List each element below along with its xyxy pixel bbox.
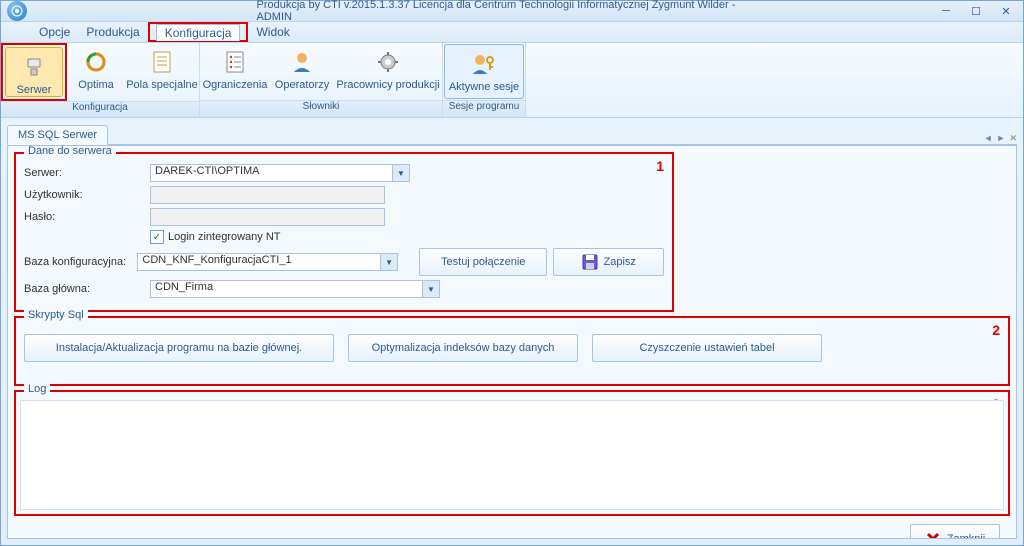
fieldset-dane-serwera: Dane do serwera 1 Serwer: DAREK-CTI\OPTI… bbox=[14, 152, 674, 312]
ribbon-pola[interactable]: Pola specjalne bbox=[125, 43, 199, 101]
user-icon bbox=[289, 49, 315, 75]
document-tabstrip: MS SQL Serwer ◄ ► ✕ bbox=[7, 122, 1017, 145]
tab-controls: ◄ ► ✕ bbox=[984, 133, 1017, 144]
ribbon-group-sesje: Aktywne sesje Sesje programu bbox=[443, 43, 526, 117]
ribbon-pola-label: Pola specjalne bbox=[126, 79, 198, 91]
ribbon-optima[interactable]: Optima bbox=[67, 43, 125, 101]
combo-bazakonf-value: CDN_KNF_KonfiguracjaCTI_1 bbox=[142, 254, 291, 266]
ribbon-group-label-konf: Konfiguracja bbox=[1, 101, 199, 117]
button-install[interactable]: Instalacja/Aktualizacja programu na bazi… bbox=[24, 334, 334, 362]
tab-close-icon[interactable]: ✕ bbox=[1009, 133, 1017, 144]
label-serwer: Serwer: bbox=[24, 167, 144, 179]
menubar: Opcje Produkcja Konfiguracja Widok bbox=[1, 22, 1023, 43]
button-optimize-label: Optymalizacja indeksów bazy danych bbox=[372, 342, 555, 354]
list-icon bbox=[222, 49, 248, 75]
dropdown-arrow-icon[interactable]: ▼ bbox=[392, 165, 409, 181]
save-icon bbox=[582, 254, 598, 270]
ribbon-operatorzy-label: Operatorzy bbox=[275, 79, 329, 91]
ribbon-ograniczenia[interactable]: Ograniczenia bbox=[200, 43, 270, 100]
log-textarea[interactable] bbox=[20, 400, 1004, 510]
button-close[interactable]: Zamknij bbox=[910, 524, 1000, 539]
fs1-title: Dane do serwera bbox=[24, 145, 116, 157]
label-bazagl: Baza główna: bbox=[24, 283, 144, 295]
checkmark-icon: ✓ bbox=[150, 230, 164, 244]
combo-bazagl-value: CDN_Firma bbox=[155, 281, 213, 293]
fieldset-skrypty: Skrypty Sql 2 Instalacja/Aktualizacja pr… bbox=[14, 316, 1010, 386]
app-icon bbox=[7, 1, 27, 21]
menu-opcje[interactable]: Opcje bbox=[31, 22, 78, 42]
button-save[interactable]: Zapisz bbox=[553, 248, 664, 276]
marker-1: 1 bbox=[656, 158, 664, 174]
titlebar: Produkcja by CTI v.2015.1.3.37 Licencja … bbox=[1, 1, 1023, 22]
input-pass[interactable] bbox=[150, 208, 385, 226]
ribbon: Serwer Optima Pola specjalne Konfiguracj… bbox=[1, 43, 1023, 118]
combo-serwer[interactable]: DAREK-CTI\OPTIMA ▼ bbox=[150, 164, 410, 182]
tab-prev-icon[interactable]: ◄ bbox=[984, 133, 993, 144]
ribbon-group-label-slow: Słowniki bbox=[200, 100, 442, 117]
ribbon-pracownicy[interactable]: Pracownicy produkcji bbox=[334, 43, 442, 100]
button-clear-label: Czyszczenie ustawień tabel bbox=[639, 342, 774, 354]
ribbon-ograniczenia-label: Ograniczenia bbox=[203, 79, 268, 91]
tab-mssql[interactable]: MS SQL Serwer bbox=[7, 125, 108, 145]
dropdown-arrow-icon[interactable]: ▼ bbox=[422, 281, 439, 297]
tab-next-icon[interactable]: ► bbox=[997, 133, 1006, 144]
combo-bazagl[interactable]: CDN_Firma ▼ bbox=[150, 280, 440, 298]
menu-widok[interactable]: Widok bbox=[248, 22, 297, 42]
button-install-label: Instalacja/Aktualizacja programu na bazi… bbox=[56, 342, 302, 354]
menu-produkcja[interactable]: Produkcja bbox=[78, 22, 147, 42]
highlight-konfiguracja: Konfiguracja bbox=[148, 22, 249, 42]
combo-bazakonf[interactable]: CDN_KNF_KonfiguracjaCTI_1 ▼ bbox=[137, 253, 398, 271]
dropdown-arrow-icon[interactable]: ▼ bbox=[380, 254, 397, 270]
server-icon bbox=[21, 54, 47, 80]
button-save-label: Zapisz bbox=[604, 256, 636, 268]
optima-icon bbox=[83, 49, 109, 75]
ribbon-group-slowniki: Ograniczenia Operatorzy Pracownicy produ… bbox=[200, 43, 443, 117]
ribbon-group-label-sesje: Sesje programu bbox=[443, 100, 525, 117]
highlight-serwer: Serwer bbox=[1, 43, 67, 101]
input-user[interactable] bbox=[150, 186, 385, 204]
app-window: Produkcja by CTI v.2015.1.3.37 Licencja … bbox=[0, 0, 1024, 546]
gear-icon bbox=[375, 49, 401, 75]
maximize-button[interactable]: ☐ bbox=[961, 1, 991, 21]
ribbon-operatorzy[interactable]: Operatorzy bbox=[270, 43, 334, 100]
label-pass: Hasło: bbox=[24, 211, 144, 223]
fs2-title: Skrypty Sql bbox=[24, 309, 88, 321]
ribbon-sesje[interactable]: Aktywne sesje bbox=[444, 44, 524, 99]
ribbon-serwer[interactable]: Serwer bbox=[5, 47, 63, 97]
button-clear[interactable]: Czyszczenie ustawień tabel bbox=[592, 334, 822, 362]
checkbox-login-nt[interactable]: ✓ Login zintegrowany NT bbox=[150, 230, 281, 244]
ribbon-pracownicy-label: Pracownicy produkcji bbox=[336, 79, 439, 91]
checkbox-login-label: Login zintegrowany NT bbox=[168, 231, 281, 243]
button-test-connection[interactable]: Testuj połączenie bbox=[419, 248, 547, 276]
ribbon-sesje-label: Aktywne sesje bbox=[449, 81, 519, 93]
label-user: Użytkownik: bbox=[24, 189, 144, 201]
combo-serwer-value: DAREK-CTI\OPTIMA bbox=[155, 165, 260, 177]
page-body: Dane do serwera 1 Serwer: DAREK-CTI\OPTI… bbox=[7, 145, 1017, 539]
ribbon-group-konfiguracja: Serwer Optima Pola specjalne Konfiguracj… bbox=[1, 43, 200, 117]
close-window-button[interactable]: ✕ bbox=[991, 1, 1021, 21]
marker-2: 2 bbox=[992, 322, 1000, 338]
fieldset-log: Log 3 bbox=[14, 390, 1010, 516]
minimize-button[interactable]: ─ bbox=[931, 1, 961, 21]
fs3-title: Log bbox=[24, 383, 50, 395]
window-controls: ─ ☐ ✕ bbox=[931, 1, 1021, 21]
label-bazakonf: Baza konfiguracyjna: bbox=[24, 256, 131, 268]
button-optimize[interactable]: Optymalizacja indeksów bazy danych bbox=[348, 334, 578, 362]
document-icon bbox=[149, 49, 175, 75]
window-title: Produkcja by CTI v.2015.1.3.37 Licencja … bbox=[257, 0, 768, 23]
close-icon bbox=[925, 531, 941, 539]
button-close-label: Zamknij bbox=[947, 533, 986, 539]
menu-konfiguracja[interactable]: Konfiguracja bbox=[156, 24, 241, 41]
ribbon-serwer-label: Serwer bbox=[17, 84, 52, 96]
page-footer: Zamknij bbox=[12, 520, 1012, 539]
button-test-label: Testuj połączenie bbox=[441, 256, 525, 268]
ribbon-optima-label: Optima bbox=[78, 79, 113, 91]
key-user-icon bbox=[471, 51, 497, 77]
